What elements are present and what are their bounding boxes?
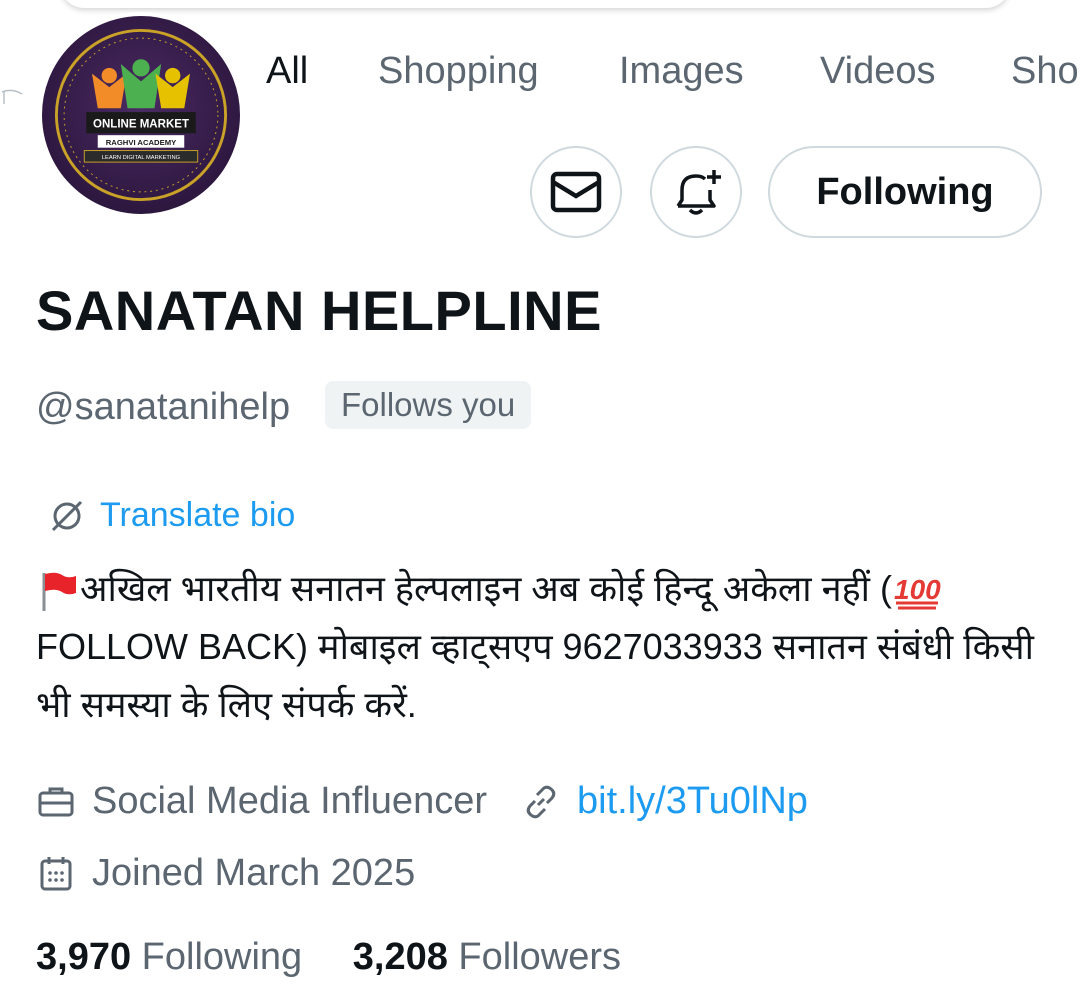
following-label: Following (141, 936, 303, 978)
calendar-icon (40, 856, 72, 890)
avatar-text-3: LEARN DIGITAL MARKETING (102, 155, 181, 161)
profile-website-link[interactable]: bit.ly/3Tu0lNp (577, 780, 808, 823)
followers-count: 3,208 (352, 936, 448, 978)
notifications-button[interactable] (650, 146, 742, 238)
following-button[interactable]: Following (768, 146, 1042, 238)
tab-shopping[interactable]: Shopping (378, 50, 539, 93)
briefcase-icon (38, 787, 74, 816)
avatar-text-2: RAGHVI ACADEMY (106, 138, 176, 147)
bell-plus-icon (676, 170, 721, 215)
followers-label: Followers (458, 936, 622, 978)
link-icon (526, 785, 556, 818)
joined-date: Joined March 2025 (92, 852, 416, 894)
translate-icon (51, 500, 83, 531)
following-stat[interactable]: 3,970 Following (36, 936, 302, 978)
red-flag-icon (42, 573, 76, 612)
avatar-text-1: ONLINE MARKET (93, 118, 189, 130)
profile-name: SANATAN HELPLINE (36, 279, 602, 342)
tab-videos[interactable]: Videos (820, 50, 936, 93)
profile-bio: अखिल भारतीय सनातन हेल्पलाइन अब कोई हिन्द… (36, 560, 1046, 734)
following-count: 3,970 (36, 936, 132, 978)
profile-meta-row: Social Media Influencer bit.ly/3Tu0lNp (36, 780, 808, 823)
hundred-points-icon: 100 (894, 574, 941, 610)
bio-text-2: FOLLOW BACK) मोबाइल व्हाट्सएप 9627033933… (36, 626, 1034, 725)
profile-category: Social Media Influencer (92, 780, 487, 822)
profile-stats: 3,970 Following 3,208 Followers (36, 936, 621, 979)
profile-handle: @sanatanihelp (36, 386, 291, 428)
joined-row: Joined March 2025 (36, 852, 415, 895)
svg-text:100: 100 (894, 574, 941, 605)
translate-bio-label: Translate bio (100, 496, 296, 534)
envelope-icon (550, 171, 602, 213)
follows-you-badge: Follows you (325, 381, 532, 429)
tab-images[interactable]: Images (619, 50, 744, 93)
bio-text-1: अखिल भारतीय सनातन हेल्पलाइन अब कोई हिन्द… (80, 568, 892, 609)
followers-stat[interactable]: 3,208 Followers (353, 936, 621, 978)
search-bar-edge[interactable] (60, 0, 1010, 8)
search-tabs: All Shopping Images Videos Sho (0, 50, 1080, 100)
tab-all[interactable]: All (266, 50, 308, 93)
translate-bio-button[interactable]: Translate bio (48, 496, 295, 535)
profile-avatar[interactable]: ONLINE MARKET RAGHVI ACADEMY LEARN DIGIT… (38, 12, 244, 218)
tab-short[interactable]: Sho (1011, 50, 1079, 93)
message-button[interactable] (530, 146, 622, 238)
